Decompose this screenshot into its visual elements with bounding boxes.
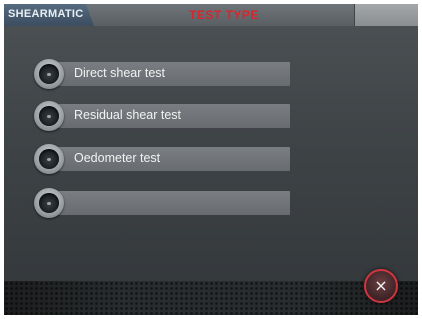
- radio-inner: [39, 149, 59, 169]
- brand-logo: SHEARMATIC: [8, 8, 84, 20]
- radio-dot: [47, 158, 51, 161]
- screen: SHEARMATIC TEST TYPE Direct shear test R…: [0, 0, 422, 319]
- footer-shade: [4, 281, 418, 315]
- option-label: Residual shear test: [74, 108, 182, 122]
- option-label: Oedometer test: [74, 151, 161, 165]
- radio-knob-icon[interactable]: [34, 101, 64, 131]
- option-direct-shear-test[interactable]: Direct shear test: [32, 59, 290, 89]
- radio-inner: [39, 64, 59, 84]
- radio-knob-icon[interactable]: [34, 59, 64, 89]
- app-window: SHEARMATIC TEST TYPE Direct shear test R…: [4, 4, 418, 315]
- option-empty[interactable]: [32, 188, 290, 218]
- header-right-panel: [354, 4, 418, 26]
- radio-dot: [47, 115, 51, 118]
- option-bar: [58, 191, 290, 215]
- radio-knob-icon[interactable]: [34, 144, 64, 174]
- page-title: TEST TYPE: [189, 8, 259, 22]
- radio-dot: [47, 202, 51, 205]
- option-oedometer-test[interactable]: Oedometer test: [32, 144, 290, 174]
- header-bar: SHEARMATIC TEST TYPE: [4, 4, 418, 26]
- option-label: Direct shear test: [74, 66, 166, 80]
- option-residual-shear-test[interactable]: Residual shear test: [32, 101, 290, 131]
- radio-knob-icon[interactable]: [34, 188, 64, 218]
- close-button[interactable]: ×: [364, 269, 398, 303]
- radio-inner: [39, 106, 59, 126]
- close-icon: ×: [374, 276, 388, 295]
- radio-dot: [47, 73, 51, 76]
- radio-inner: [39, 193, 59, 213]
